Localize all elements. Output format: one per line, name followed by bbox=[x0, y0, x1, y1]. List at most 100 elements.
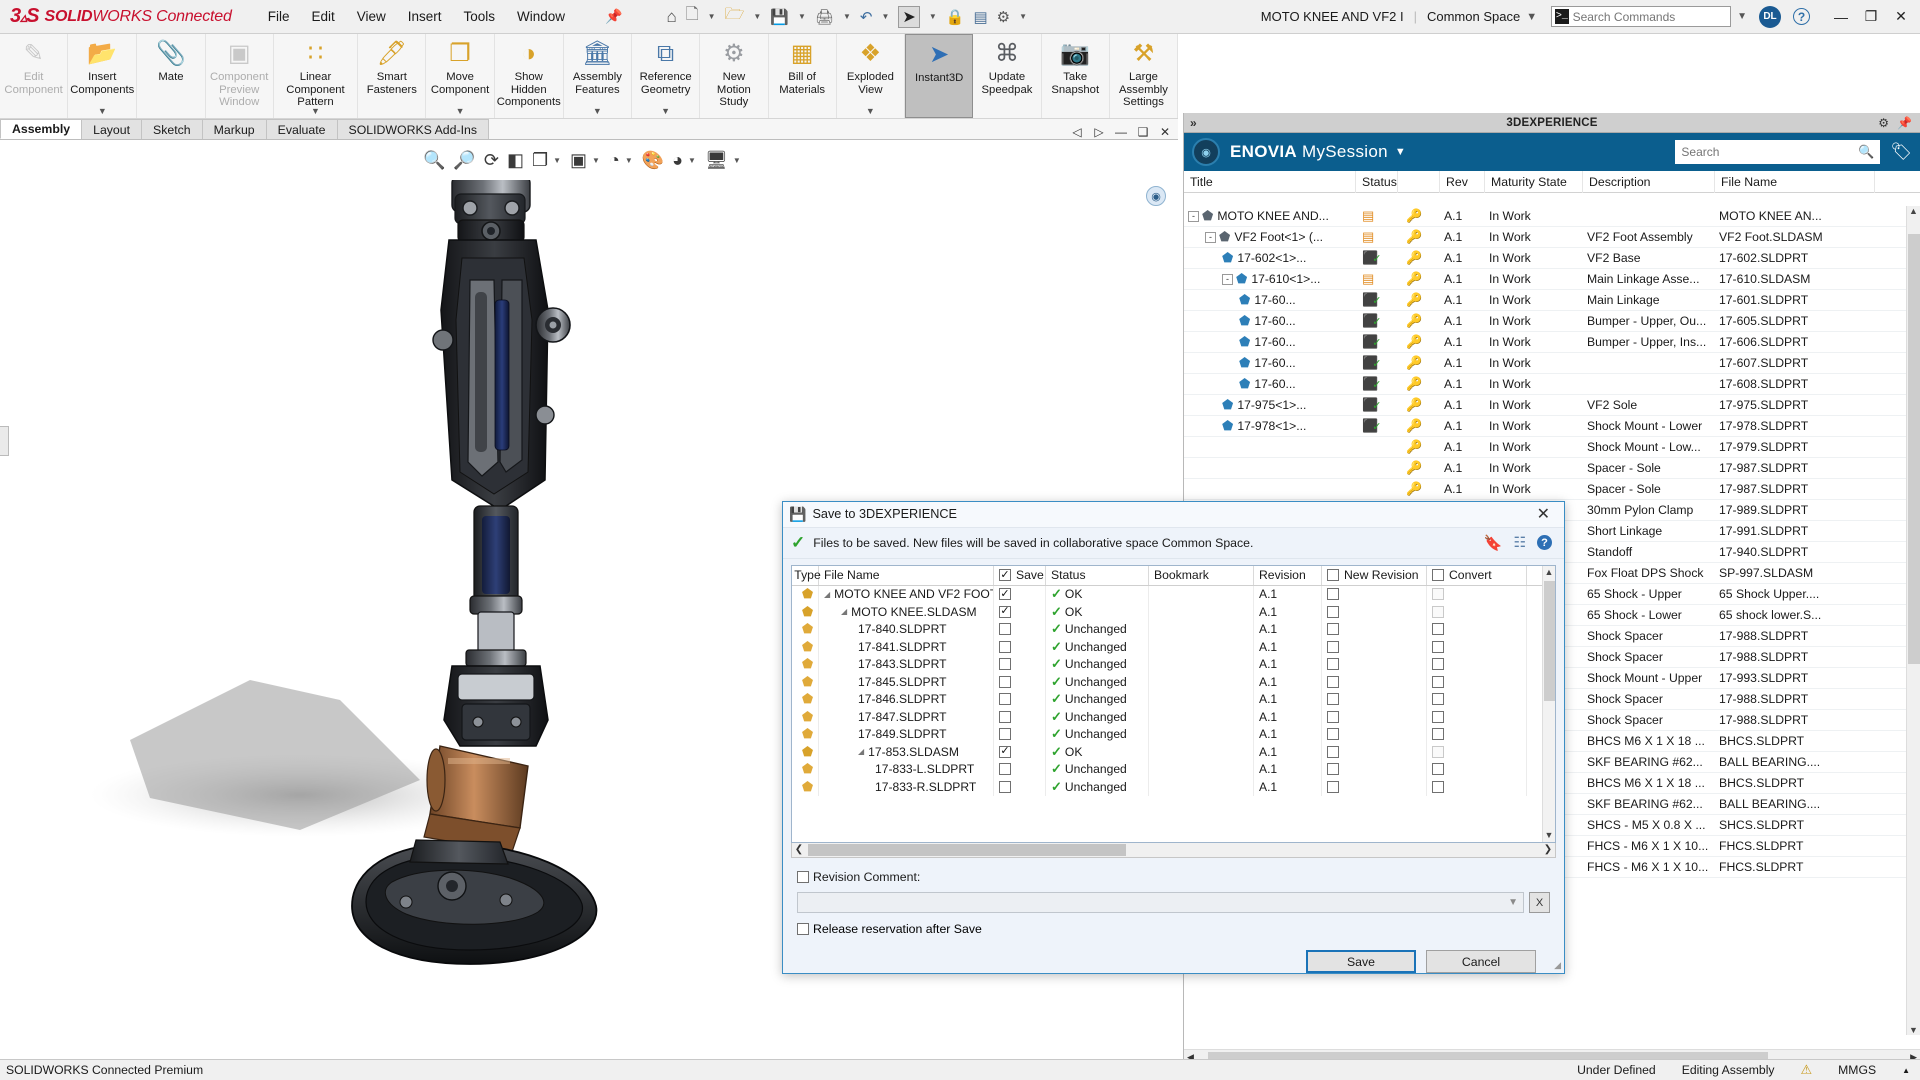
enovia-row[interactable]: ⬟ 17-60... ⬛ ✓ 🔑 A.1 In Work 17-608.SLDPRT bbox=[1184, 374, 1906, 395]
dialog-cell-new-revision[interactable] bbox=[1322, 725, 1427, 744]
menu-item-insert[interactable]: Insert bbox=[408, 9, 442, 24]
dialog-file-grid[interactable]: Type File Name ✓ Save Status Bookmark Re… bbox=[791, 564, 1556, 843]
feature-manager-flyout-tab[interactable] bbox=[0, 426, 9, 456]
enovia-cell-title[interactable]: ⬟ 17-975<1>... bbox=[1184, 395, 1356, 416]
dialog-cell-convert[interactable] bbox=[1427, 760, 1527, 779]
ribbon-button-reference-geometry[interactable]: ⧉ Reference Geometry ▼ bbox=[632, 34, 701, 118]
column-header-rev[interactable]: Rev bbox=[1440, 170, 1485, 193]
dialog-cell-file-name[interactable]: 17-833-L.SLDPRT bbox=[819, 760, 994, 779]
tab-sketch[interactable]: Sketch bbox=[141, 119, 203, 139]
dialog-file-row[interactable]: ⬟◢MOTO KNEE AND VF2 FOOT.SLD...✓✓OKA.1 bbox=[792, 585, 1555, 604]
dialog-cell-save[interactable] bbox=[994, 620, 1046, 639]
dialog-file-row[interactable]: ⬟ 17-840.SLDPRT ✓ Unchanged A.1 bbox=[792, 620, 1555, 639]
enovia-cell-title[interactable]: ⬟ 17-60... bbox=[1184, 332, 1356, 353]
enovia-row[interactable]: ⬟ 17-60... ⬛ ✓ 🔑 A.1 In Work Bumper - Upper, In… bbox=[1184, 332, 1906, 353]
scroll-up-arrow[interactable]: ▲ bbox=[1545, 566, 1554, 579]
dropdown-caret-icon[interactable]: ▼ bbox=[661, 106, 670, 116]
tree-expander[interactable]: ◢ bbox=[841, 607, 847, 616]
zoom-to-fit-icon[interactable]: 🔍 bbox=[420, 150, 448, 171]
save-checkbox[interactable] bbox=[999, 675, 1011, 688]
ribbon-button-exploded-view[interactable]: ❖ Exploded View ▼ bbox=[837, 34, 905, 118]
open-icon[interactable]: 🗁 bbox=[725, 3, 745, 30]
dialog-cell-new-revision[interactable] bbox=[1322, 585, 1427, 604]
dialog-cell-new-revision[interactable] bbox=[1322, 778, 1427, 796]
save-checkbox[interactable] bbox=[999, 693, 1011, 706]
dialog-cell-bookmark[interactable] bbox=[1149, 760, 1254, 779]
ribbon-button-update-speedpak[interactable]: ⌘ Update Speedpak bbox=[973, 34, 1042, 118]
dialog-file-row[interactable]: ⬟ ◢ MOTO KNEE.SLDASM ✓ ✓ OK A.1 bbox=[792, 603, 1555, 621]
enovia-cell-title[interactable]: ⬟ 17-978<1>... bbox=[1184, 416, 1356, 437]
dialog-file-row[interactable]: ⬟ 17-846.SLDPRT ✓ Unchanged A.1 bbox=[792, 690, 1555, 709]
dropdown-caret-icon[interactable]: ▼ bbox=[98, 106, 107, 116]
save-checkbox[interactable] bbox=[999, 710, 1011, 723]
enovia-row[interactable]: - ⬟ 17-610<1>... ▤ 🔑 A.1 In Work Main Linkage A… bbox=[1184, 269, 1906, 290]
dialog-cell-save[interactable] bbox=[994, 760, 1046, 779]
dialog-cell-save[interactable] bbox=[994, 655, 1046, 674]
enovia-cell-title[interactable]: ⬟ 17-60... bbox=[1184, 290, 1356, 311]
new-revision-checkbox[interactable] bbox=[1327, 658, 1339, 671]
dialog-horizontal-scrollbar[interactable]: ❮ ❯ bbox=[791, 842, 1556, 858]
dialog-cell-save[interactable] bbox=[994, 638, 1046, 656]
new-revision-checkbox[interactable] bbox=[1327, 693, 1339, 706]
enovia-row[interactable]: ⬟ 17-60... ⬛ ✓ 🔑 A.1 In Work Main Linkage 17-601… bbox=[1184, 290, 1906, 311]
new-revision-checkbox[interactable] bbox=[1327, 780, 1339, 793]
search-dropdown-icon[interactable]: ▼ bbox=[1737, 11, 1747, 22]
dialog-file-row[interactable]: ⬟ 17-849.SLDPRT ✓ Unchanged A.1 bbox=[792, 725, 1555, 744]
dialog-file-row[interactable]: ⬟ 17-845.SLDPRT ✓ Unchanged A.1 bbox=[792, 673, 1555, 691]
column-header-filename[interactable]: File Name bbox=[1715, 170, 1875, 193]
dialog-cell-convert[interactable] bbox=[1427, 655, 1527, 674]
enovia-cell-title[interactable] bbox=[1184, 437, 1356, 458]
dialog-cell-save[interactable] bbox=[994, 725, 1046, 744]
dialog-cell-save[interactable]: ✓ bbox=[994, 585, 1046, 604]
dialog-cell-new-revision[interactable] bbox=[1322, 638, 1427, 656]
dialog-cell-new-revision[interactable] bbox=[1322, 673, 1427, 691]
save-all-checkbox[interactable]: ✓ bbox=[999, 569, 1011, 582]
view-orientation-icon[interactable]: ❐ bbox=[529, 150, 551, 171]
dialog-cell-convert[interactable] bbox=[1427, 620, 1527, 639]
dialog-cell-bookmark[interactable] bbox=[1149, 778, 1254, 796]
save-icon[interactable]: 💾 bbox=[770, 8, 789, 26]
enovia-row[interactable]: ⬟ 17-60... ⬛ ✓ 🔑 A.1 In Work Bumper - Upper, Ou… bbox=[1184, 311, 1906, 332]
3dexperience-compass-icon[interactable]: ◉ bbox=[1192, 138, 1220, 166]
convert-checkbox[interactable] bbox=[1432, 623, 1444, 636]
enovia-row[interactable]: ⬟ 17-978<1>... ⬛ ✓ 🔑 A.1 In Work Shock Mount - … bbox=[1184, 416, 1906, 437]
dialog-file-row[interactable]: ⬟ 17-833-R.SLDPRT ✓ Unchanged A.1 bbox=[792, 778, 1555, 796]
search-icon[interactable]: 🔍 bbox=[1858, 144, 1874, 160]
new-document-icon[interactable]: 🗋 bbox=[686, 3, 699, 30]
column-header-maturity[interactable]: Maturity State bbox=[1485, 170, 1583, 193]
dialog-cell-file-name[interactable]: ◢ MOTO KNEE AND VF2 FOOT.SLD... bbox=[819, 585, 994, 604]
dialog-cell-new-revision[interactable] bbox=[1322, 620, 1427, 639]
dropdown-caret-icon[interactable]: ▼ bbox=[593, 106, 602, 116]
column-header-status[interactable]: Status bbox=[1356, 170, 1398, 193]
tree-expander[interactable]: - bbox=[1205, 231, 1216, 243]
options-gear-icon[interactable]: ⚙ bbox=[997, 8, 1010, 26]
dialog-cell-bookmark[interactable] bbox=[1149, 725, 1254, 744]
convert-checkbox[interactable] bbox=[1432, 728, 1444, 741]
home-icon[interactable]: ⌂ bbox=[667, 7, 677, 27]
dialog-cell-new-revision[interactable] bbox=[1322, 708, 1427, 726]
search-commands-input[interactable] bbox=[1572, 9, 1728, 24]
edit-appearance-icon[interactable]: 🎨 bbox=[639, 150, 667, 171]
dialog-cell-file-name[interactable]: 17-833-R.SLDPRT bbox=[819, 778, 994, 796]
dialog-cell-bookmark[interactable] bbox=[1149, 638, 1254, 656]
report-icon[interactable]: ☷ bbox=[1513, 534, 1526, 551]
next-view-button[interactable]: ▷ bbox=[1089, 125, 1109, 139]
dropdown-caret-icon[interactable]: ▼ bbox=[866, 106, 875, 116]
save-checkbox[interactable]: ✓ bbox=[999, 588, 1011, 601]
dropdown-caret-icon[interactable]: ▼ bbox=[553, 156, 561, 165]
doc-close-button[interactable]: ✕ bbox=[1155, 125, 1175, 139]
hscroll-left-arrow[interactable]: ❮ bbox=[792, 844, 806, 855]
column-header-revision[interactable]: Revision bbox=[1254, 565, 1322, 586]
new-revision-checkbox[interactable] bbox=[1327, 763, 1339, 776]
tag-icon[interactable]: 🏷 bbox=[1890, 142, 1912, 162]
dialog-cell-file-name[interactable]: 17-841.SLDPRT bbox=[819, 638, 994, 656]
release-reservation-checkbox[interactable] bbox=[797, 923, 809, 935]
warning-icon[interactable]: ⚠ bbox=[1801, 1062, 1813, 1078]
enovia-cell-title[interactable] bbox=[1184, 479, 1356, 500]
revision-comment-checkbox[interactable] bbox=[797, 871, 809, 883]
column-header-new-revision[interactable]: New Revision bbox=[1322, 565, 1427, 586]
save-checkbox[interactable] bbox=[999, 658, 1011, 671]
save-checkbox[interactable] bbox=[999, 763, 1011, 776]
ribbon-button-large-assembly-settings[interactable]: ⚒ Large Assembly Settings bbox=[1110, 34, 1179, 118]
hscrollbar-thumb[interactable] bbox=[808, 843, 1126, 856]
